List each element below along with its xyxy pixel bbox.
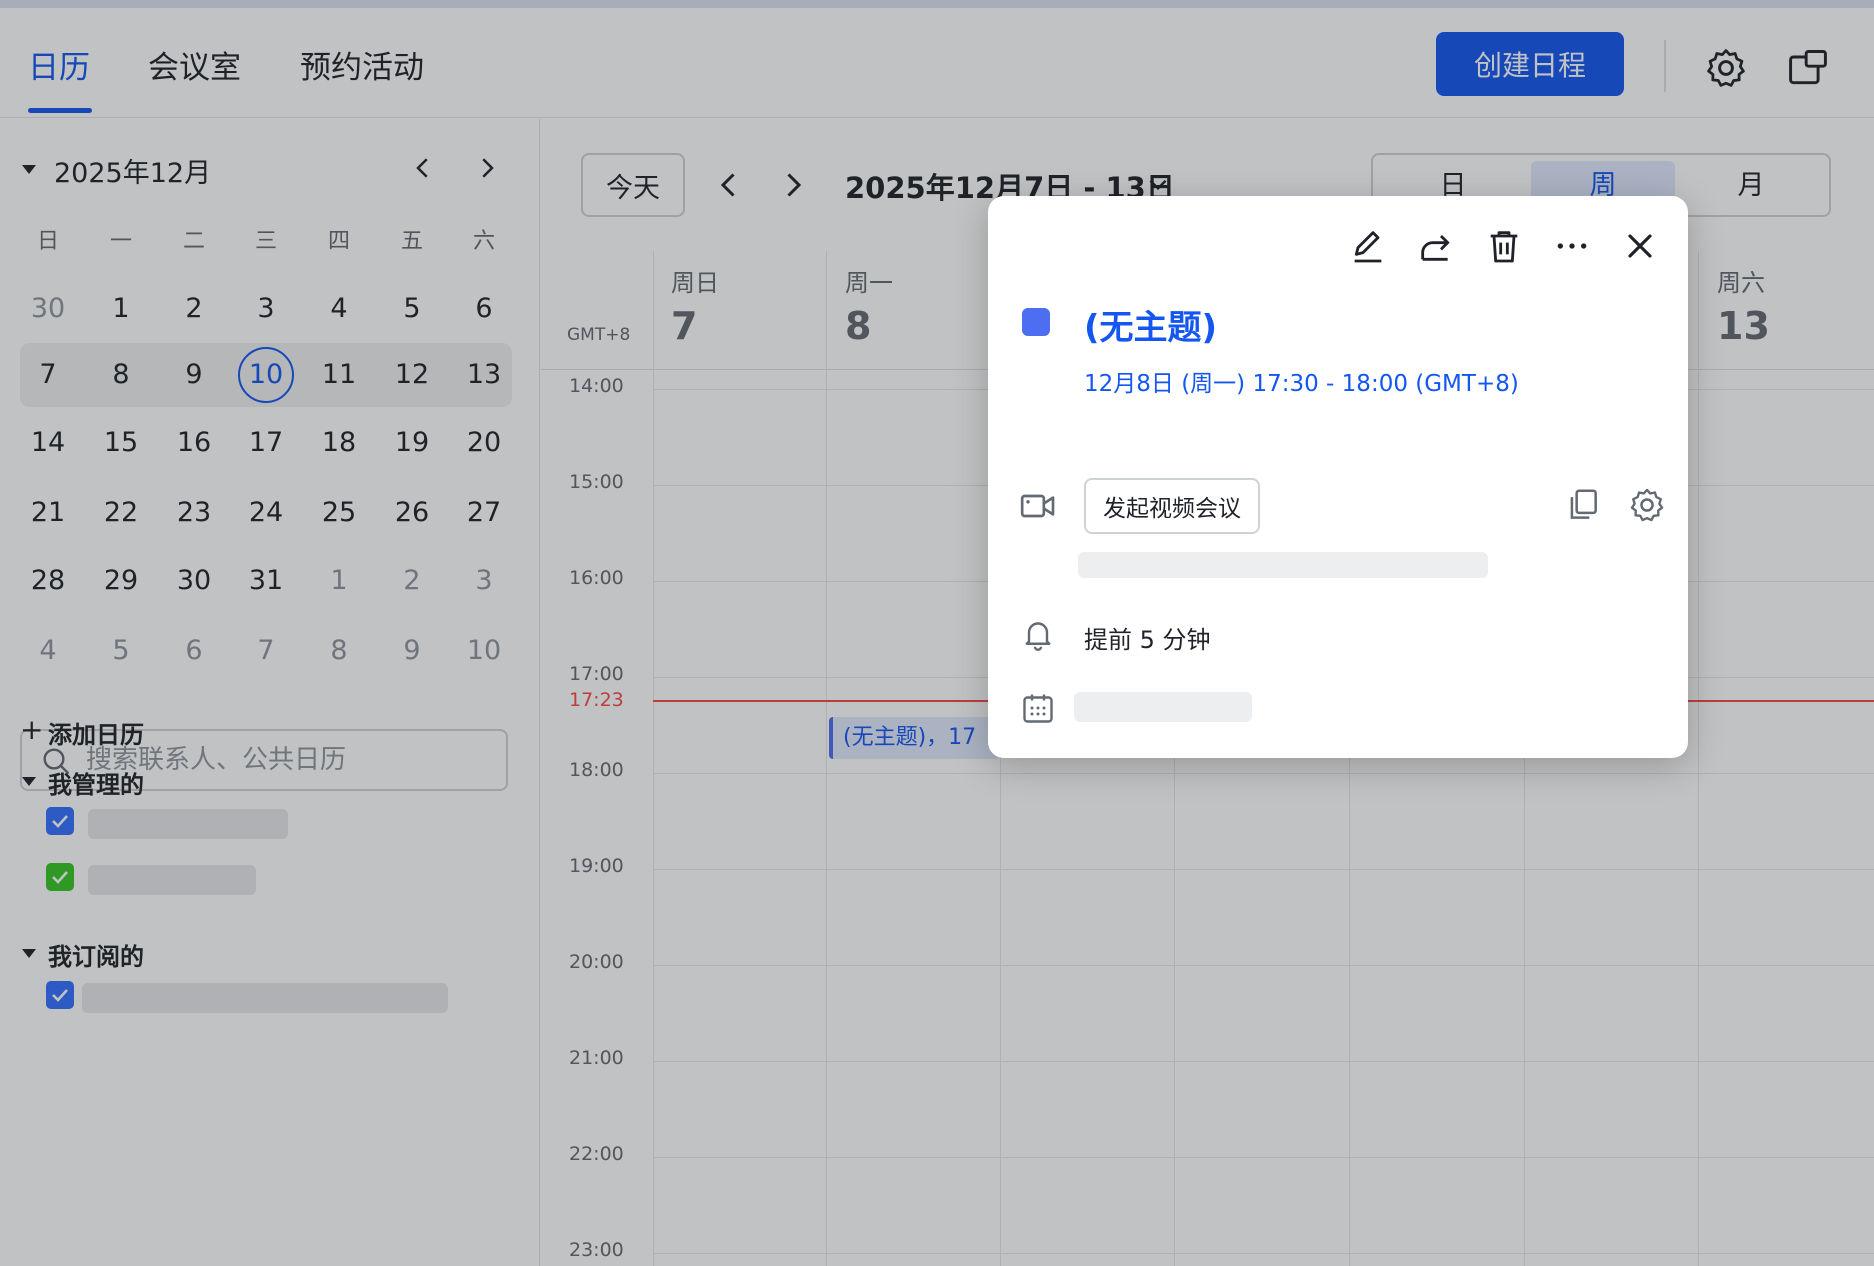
blurred-meeting-link <box>1078 552 1488 578</box>
video-camera-icon <box>1020 494 1055 518</box>
start-video-meeting-button[interactable]: 发起视频会议 <box>1084 478 1260 534</box>
more-icon[interactable] <box>1552 226 1592 266</box>
copy-icon[interactable] <box>1564 486 1602 524</box>
reminder-text: 提前 5 分钟 <box>1084 626 1211 654</box>
blurred-calendar-owner <box>1074 692 1252 722</box>
calendar-icon <box>1023 694 1053 723</box>
event-time: 12月8日 (周一) 17:30 - 18:00 (GMT+8) <box>1084 371 1519 397</box>
share-icon[interactable] <box>1416 226 1456 266</box>
edit-icon[interactable] <box>1348 226 1388 266</box>
meeting-settings-icon[interactable] <box>1628 486 1666 524</box>
trash-icon[interactable] <box>1484 226 1524 266</box>
event-color-dot <box>1022 308 1050 336</box>
event-title: (无主题) <box>1084 308 1218 348</box>
calendar-app: 日历 会议室 预约活动 创建日程 2025年12月 日一二三四五六 30 1 2 3 4… <box>0 0 1874 1266</box>
event-detail-popup: (无主题) 12月8日 (周一) 17:30 - 18:00 (GMT+8) 发… <box>988 196 1688 758</box>
close-icon[interactable] <box>1620 226 1660 266</box>
bell-icon <box>1025 622 1051 651</box>
